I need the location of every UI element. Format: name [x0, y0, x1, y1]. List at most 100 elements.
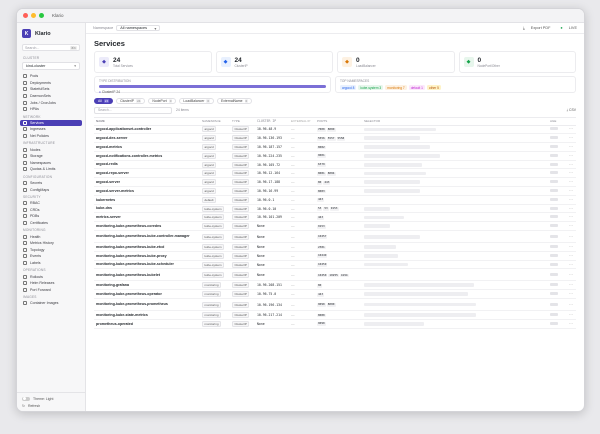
- service-name[interactable]: monitoring-kube-prometheus-coredns: [94, 224, 202, 228]
- service-name[interactable]: prometheus-operated: [94, 322, 202, 326]
- service-name[interactable]: argocd-applicationset-controller: [94, 127, 202, 131]
- row-actions-button[interactable]: ⋯: [566, 198, 576, 202]
- table-row[interactable]: monitoring-kube-prometheus-operator monit…: [94, 290, 576, 300]
- service-name[interactable]: monitoring-kube-prometheus-kube-etcd: [94, 245, 202, 249]
- sidebar-item-net-policies[interactable]: Net Policies: [17, 133, 85, 140]
- namespace-tag[interactable]: default 1: [408, 85, 425, 91]
- row-actions-button[interactable]: ⋯: [566, 313, 576, 317]
- table-row[interactable]: metrics-server kube-system ClusterIP 10.96.…: [94, 213, 576, 223]
- table-row[interactable]: argocd-server-metrics argocd ClusterIP 10.9…: [94, 187, 576, 196]
- service-name[interactable]: kube-dns: [94, 206, 202, 210]
- table-row[interactable]: monitoring-kube-prometheus-kube-controll…: [94, 231, 576, 244]
- row-actions-button[interactable]: ⋯: [566, 215, 576, 219]
- table-row[interactable]: monitoring-kube-prometheus-coredns kube-s…: [94, 222, 576, 232]
- sidebar-item-pdbs[interactable]: PDBs: [17, 213, 85, 220]
- service-name[interactable]: argocd-dex-server: [94, 136, 202, 140]
- column-header[interactable]: SELECTOR: [364, 119, 550, 123]
- table-row[interactable]: kubernetes default ClusterIP 10.96.0.1 — 443 ⋯: [94, 196, 576, 205]
- close-window-button[interactable]: [23, 13, 28, 18]
- sidebar-item-pods[interactable]: Pods: [17, 73, 85, 80]
- table-row[interactable]: monitoring-kube-prometheus-kube-etcd kube…: [94, 243, 576, 252]
- export-pdf-button[interactable]: ⤓ Export PDF: [518, 26, 550, 30]
- column-header[interactable]: NAME: [94, 119, 202, 123]
- table-row[interactable]: argocd-applicationset-controller argocd Cl…: [94, 126, 576, 135]
- service-name[interactable]: argocd-metrics: [94, 145, 202, 149]
- service-name[interactable]: monitoring-kube-prometheus-kube-controll…: [94, 234, 202, 238]
- service-name[interactable]: monitoring-kube-prometheus-kube-proxy: [94, 254, 202, 258]
- row-actions-button[interactable]: ⋯: [566, 254, 576, 258]
- sidebar-item-port-forward[interactable]: Port Forward: [17, 286, 85, 293]
- row-actions-button[interactable]: ⋯: [566, 245, 576, 249]
- row-actions-button[interactable]: ⋯: [566, 207, 576, 211]
- sidebar-item-metrics-history[interactable]: Metrics History: [17, 240, 85, 247]
- table-row[interactable]: kube-dns kube-system ClusterIP 10.96.0.10 — 5…: [94, 205, 576, 214]
- table-row[interactable]: argocd-dex-server argocd ClusterIP 10.96.13…: [94, 134, 576, 144]
- sidebar-item-ingresses[interactable]: Ingresses: [17, 126, 85, 133]
- sidebar-item-labels[interactable]: Labels: [17, 260, 85, 267]
- table-row[interactable]: monitoring-kube-prometheus-kubelet kube-s…: [94, 269, 576, 282]
- table-row[interactable]: monitoring-grafana monitoring ClusterIP 10.…: [94, 281, 576, 291]
- table-row[interactable]: monitoring-kube-prometheus-prometheus mon…: [94, 299, 576, 312]
- service-name[interactable]: monitoring-kube-prometheus-kubelet: [94, 273, 202, 277]
- table-row[interactable]: monitoring-kube-prometheus-kube-schedule…: [94, 261, 576, 270]
- table-row[interactable]: argocd-server argocd ClusterIP 10.96.17.188…: [94, 178, 576, 188]
- column-header[interactable]: EXTERNAL IP: [291, 119, 317, 123]
- column-header[interactable]: NAMESPACE: [202, 119, 232, 123]
- sidebar-item-deployments[interactable]: Deployments: [17, 80, 85, 87]
- brand[interactable]: K Klario: [17, 23, 85, 42]
- row-actions-button[interactable]: ⋯: [566, 292, 576, 296]
- namespace-tag[interactable]: monitoring 7: [385, 85, 407, 91]
- filter-chip-loadbalancer[interactable]: LoadBalancer 0: [179, 98, 215, 104]
- table-row[interactable]: argocd-redis argocd ClusterIP 10.96.105.72 —…: [94, 161, 576, 170]
- sidebar-item-container-images[interactable]: Container Images: [17, 300, 85, 307]
- column-header[interactable]: CLUSTER IP: [257, 119, 291, 123]
- filter-chip-nodeport[interactable]: NodePort 0: [148, 98, 177, 104]
- row-actions-button[interactable]: ⋯: [566, 154, 576, 158]
- service-name[interactable]: monitoring-grafana: [94, 283, 202, 287]
- filter-chip-clusterip[interactable]: ClusterIP 24: [116, 98, 146, 104]
- live-indicator[interactable]: ● LIVE: [555, 26, 577, 30]
- filter-chip-all[interactable]: All 24: [94, 98, 114, 104]
- row-actions-button[interactable]: ⋯: [566, 273, 576, 277]
- refresh-button[interactable]: ↻ Refresh: [22, 402, 80, 409]
- row-actions-button[interactable]: ⋯: [566, 163, 576, 167]
- row-actions-button[interactable]: ⋯: [566, 263, 576, 267]
- row-actions-button[interactable]: ⋯: [566, 224, 576, 228]
- sidebar-item-rbac[interactable]: RBAC: [17, 200, 85, 207]
- service-name[interactable]: argocd-notifications-controller-metrics: [94, 154, 202, 158]
- column-header[interactable]: TYPE: [232, 119, 257, 123]
- sidebar-item-quotas-limits[interactable]: Quotas & Limits: [17, 166, 85, 173]
- sidebar-item-hpas[interactable]: HPAs: [17, 106, 85, 113]
- sidebar-item-secrets[interactable]: Secrets: [17, 180, 85, 187]
- service-name[interactable]: argocd-server: [94, 180, 202, 184]
- sidebar-item-rollouts[interactable]: Rollouts: [17, 273, 85, 280]
- service-name[interactable]: argocd-server-metrics: [94, 189, 202, 193]
- table-row[interactable]: monitoring-kube-prometheus-kube-proxy kub…: [94, 252, 576, 261]
- sidebar-item-services[interactable]: Services: [20, 119, 82, 127]
- row-actions-button[interactable]: ⋯: [566, 283, 576, 287]
- sidebar-search-input[interactable]: Search... ⌘K: [22, 44, 80, 51]
- row-actions-button[interactable]: ⋯: [566, 189, 576, 193]
- table-search-input[interactable]: Search...: [94, 107, 172, 114]
- row-actions-button[interactable]: ⋯: [566, 145, 576, 149]
- service-name[interactable]: monitoring-kube-prometheus-kube-schedule…: [94, 262, 202, 266]
- service-name[interactable]: argocd-redis: [94, 162, 202, 166]
- sidebar-item-topology[interactable]: Topology: [17, 246, 85, 253]
- sidebar-item-statefulsets[interactable]: StatefulSets: [17, 86, 85, 93]
- table-row[interactable]: argocd-notifications-controller-metrics a…: [94, 152, 576, 161]
- row-actions-button[interactable]: ⋯: [566, 303, 576, 307]
- column-header[interactable]: PORTS: [317, 119, 364, 123]
- row-actions-button[interactable]: ⋯: [566, 171, 576, 175]
- sidebar-item-events[interactable]: Events: [17, 253, 85, 260]
- sidebar-item-certificates[interactable]: Certificates: [17, 220, 85, 227]
- theme-toggle[interactable]: Theme: Light: [22, 395, 80, 402]
- sidebar-item-storage[interactable]: Storage: [17, 153, 85, 160]
- service-name[interactable]: metrics-server: [94, 215, 202, 219]
- service-name[interactable]: kubernetes: [94, 198, 202, 202]
- cluster-select[interactable]: kind-cluster ▾: [22, 62, 80, 70]
- service-name[interactable]: monitoring-kube-state-metrics: [94, 313, 202, 317]
- minimize-window-button[interactable]: [31, 13, 36, 18]
- sidebar-item-health[interactable]: Health: [17, 233, 85, 240]
- sidebar-item-jobs-cronjobs[interactable]: Jobs / CronJobs: [17, 99, 85, 106]
- table-row[interactable]: monitoring-kube-state-metrics monitoring C…: [94, 311, 576, 320]
